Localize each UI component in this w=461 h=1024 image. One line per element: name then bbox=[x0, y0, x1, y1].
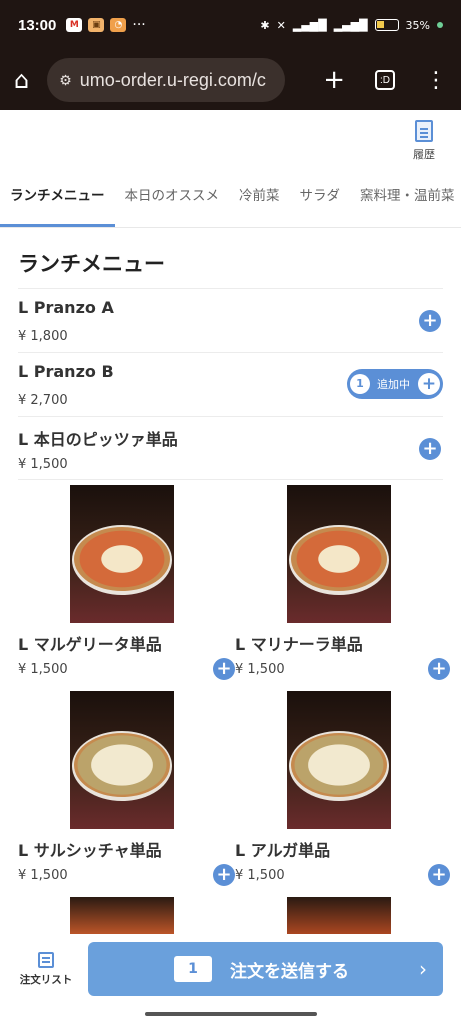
gmail-icon: M bbox=[66, 18, 83, 32]
notification-app-icon: ◔ bbox=[110, 18, 127, 32]
item-name: L マリナーラ単品 bbox=[235, 635, 363, 654]
menu-icon[interactable]: ⋮ bbox=[425, 68, 447, 93]
home-icon[interactable]: ⌂ bbox=[14, 66, 29, 94]
submit-order-button[interactable]: 1 注文を送信する › bbox=[88, 942, 443, 996]
pizza-photo bbox=[287, 897, 391, 937]
history-label: 履歴 bbox=[413, 148, 435, 161]
address-bar[interactable]: ⚙ umo-order.u-regi.com/c bbox=[47, 58, 286, 102]
tab-salad[interactable]: サラダ bbox=[290, 170, 351, 227]
item-price: ¥ 1,500 bbox=[235, 868, 285, 883]
order-list-label: 注文リスト bbox=[19, 974, 73, 986]
url-text: umo-order.u-regi.com/c bbox=[79, 69, 266, 90]
status-bar: 13:00 M ▣ ◔ ··· ✱ ✕ ▂▄▆█ ▂▄▆█ 35% bbox=[0, 0, 461, 50]
browser-toolbar: ⌂ ⚙ umo-order.u-regi.com/c + :D ⋮ bbox=[0, 50, 461, 110]
item-price: ¥ 1,500 bbox=[18, 662, 68, 677]
cart-count-badge: 1 bbox=[174, 956, 212, 982]
in-cart-status: 追加中 bbox=[377, 378, 410, 391]
list-item[interactable]: L Pranzo A ¥ 1,800 + bbox=[18, 288, 443, 352]
order-list-button[interactable]: 注文リスト bbox=[16, 952, 76, 987]
menu-list: L Pranzo A ¥ 1,800 + L Pranzo B ¥ 2,700 … bbox=[18, 288, 443, 480]
bluetooth-icon: ✱ bbox=[260, 18, 270, 32]
battery-icon bbox=[374, 19, 399, 31]
section-title: ランチメニュー bbox=[18, 252, 165, 276]
item-price: ¥ 1,500 bbox=[18, 868, 68, 883]
category-tabs: ランチメニュー 本日のオススメ 冷前菜 サラダ 窯料理・温前菜 bbox=[0, 170, 461, 228]
pizza-photo bbox=[70, 485, 174, 623]
bottom-bar: 注文リスト 1 注文を送信する › bbox=[0, 934, 461, 1024]
add-item-button[interactable]: + bbox=[428, 864, 450, 886]
item-price: ¥ 1,500 bbox=[18, 457, 68, 472]
signal-icon: ▂▄▆█ bbox=[333, 18, 368, 32]
add-item-button[interactable]: + bbox=[213, 658, 235, 680]
item-name: L マルゲリータ単品 bbox=[18, 635, 162, 654]
chevron-right-icon: › bbox=[419, 957, 427, 981]
item-price: ¥ 1,500 bbox=[235, 662, 285, 677]
plus-icon[interactable]: + bbox=[418, 373, 440, 395]
cart-qty-badge: 1 bbox=[350, 374, 370, 394]
home-indicator[interactable] bbox=[145, 1012, 317, 1016]
list-item[interactable]: L 本日のピッツァ単品 ¥ 1,500 + bbox=[18, 416, 443, 480]
product-card[interactable]: L マルゲリータ単品 ¥ 1,500 + bbox=[18, 485, 235, 690]
pizza-photo bbox=[287, 691, 391, 829]
product-card[interactable]: L マリナーラ単品 ¥ 1,500 + bbox=[235, 485, 452, 690]
tab-cold-appetizers[interactable]: 冷前菜 bbox=[229, 170, 290, 227]
item-name: L Pranzo A bbox=[18, 298, 114, 317]
privacy-dot-icon bbox=[437, 22, 443, 28]
item-name: L 本日のピッツァ単品 bbox=[18, 430, 178, 449]
pizza-photo bbox=[70, 691, 174, 829]
battery-level: 35% bbox=[405, 18, 430, 32]
tab-lunch-menu[interactable]: ランチメニュー bbox=[0, 170, 115, 227]
site-settings-icon[interactable]: ⚙ bbox=[59, 72, 72, 89]
add-item-button[interactable]: + bbox=[428, 658, 450, 680]
mute-icon: ✕ bbox=[276, 18, 286, 32]
item-name: L サルシッチャ単品 bbox=[18, 841, 162, 860]
signal-icon: ▂▄▆█ bbox=[292, 18, 327, 32]
item-name: L Pranzo B bbox=[18, 362, 114, 381]
add-item-button[interactable]: + bbox=[213, 864, 235, 886]
document-icon bbox=[415, 120, 433, 142]
pizza-photo bbox=[70, 897, 174, 937]
submit-order-label: 注文を送信する bbox=[230, 961, 349, 982]
notification-app-icon: ▣ bbox=[88, 18, 105, 32]
clock: 13:00 bbox=[18, 16, 57, 34]
pizza-photo bbox=[287, 485, 391, 623]
more-notifications-icon: ··· bbox=[132, 17, 146, 33]
item-price: ¥ 2,700 bbox=[18, 393, 68, 408]
system-icons: ✱ ✕ ▂▄▆█ ▂▄▆█ 35% bbox=[260, 19, 443, 32]
list-icon bbox=[38, 952, 54, 968]
in-cart-pill[interactable]: 1 追加中 + bbox=[347, 369, 443, 399]
new-tab-button[interactable]: + bbox=[323, 65, 345, 95]
history-button[interactable]: 履歴 bbox=[409, 120, 439, 162]
tab-switcher-button[interactable]: :D bbox=[375, 70, 395, 90]
item-price: ¥ 1,800 bbox=[18, 329, 68, 344]
tab-oven-dishes[interactable]: 窯料理・温前菜 bbox=[350, 170, 461, 227]
product-card[interactable]: L サルシッチャ単品 ¥ 1,500 + bbox=[18, 691, 235, 896]
add-item-button[interactable]: + bbox=[419, 310, 441, 332]
add-item-button[interactable]: + bbox=[419, 438, 441, 460]
tab-todays-recommendation[interactable]: 本日のオススメ bbox=[115, 170, 230, 227]
list-item[interactable]: L Pranzo B ¥ 2,700 1 追加中 + bbox=[18, 352, 443, 416]
product-card[interactable]: L アルガ単品 ¥ 1,500 + bbox=[235, 691, 452, 896]
item-name: L アルガ単品 bbox=[235, 841, 331, 860]
